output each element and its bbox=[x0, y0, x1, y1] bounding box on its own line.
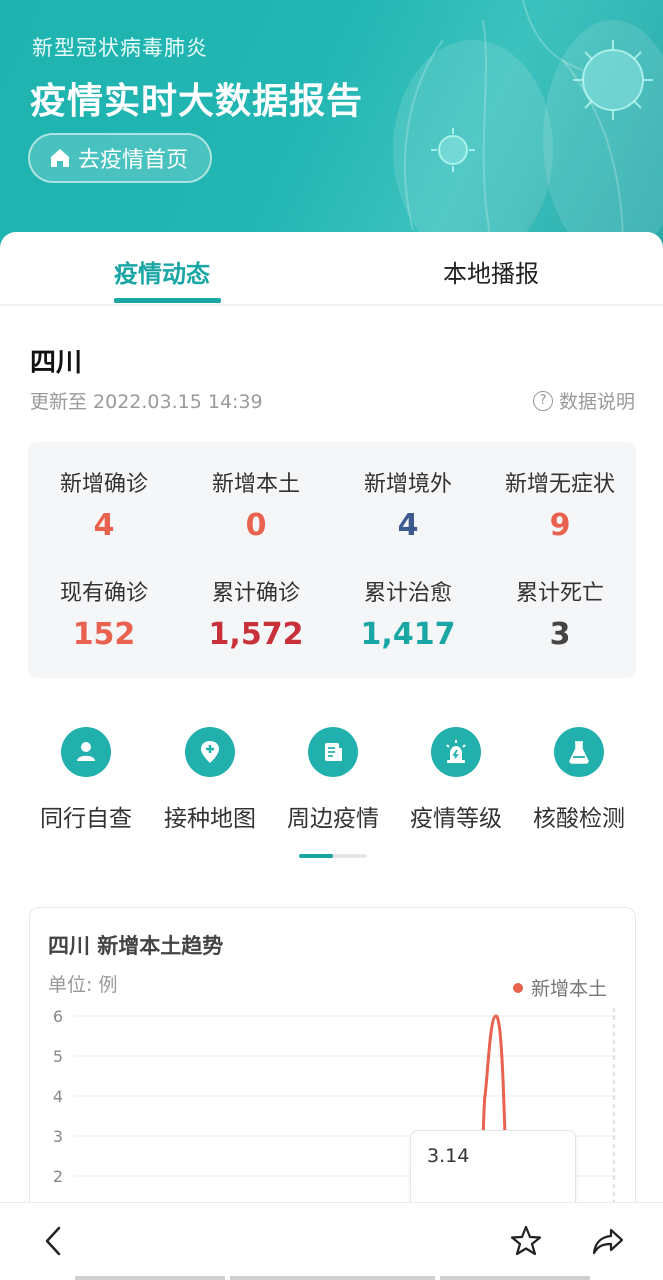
share-button[interactable] bbox=[588, 1221, 628, 1261]
bottom-toolbar bbox=[0, 1202, 663, 1280]
y-tick-label: 4 bbox=[53, 1087, 63, 1106]
stat-label: 累计确诊 bbox=[211, 581, 300, 606]
page-title: 疫情实时大数据报告 bbox=[30, 81, 364, 122]
quick-link-label: 周边疫情 bbox=[287, 806, 379, 832]
chevron-left-icon bbox=[45, 1226, 61, 1256]
tooltip-date: 3.14 bbox=[427, 1145, 470, 1167]
stat-value: 4 bbox=[397, 508, 419, 543]
stats-panel: 新增确诊 4 新增本土 0 新增境外 4 新增无症状 9 现有确诊 152 累计… bbox=[28, 442, 636, 678]
stat-value: 1,417 bbox=[360, 617, 456, 652]
quick-link-risk-level[interactable]: 疫情等级 bbox=[394, 727, 518, 833]
quick-link-label: 疫情等级 bbox=[410, 806, 502, 832]
trend-chart-card: 四川 新增本土趋势 单位: 例 新增本土 6 5 4 3 2 3.14 bbox=[29, 907, 636, 1237]
stat-label: 新增确诊 bbox=[59, 472, 148, 497]
stat-label: 累计死亡 bbox=[515, 581, 604, 606]
stat-value: 4 bbox=[93, 508, 115, 543]
quick-links-pager bbox=[299, 854, 367, 858]
document-icon bbox=[325, 743, 342, 761]
chart-legend[interactable]: 新增本土 bbox=[512, 974, 607, 1001]
data-note-label: 数据说明 bbox=[558, 391, 635, 413]
home-indicator bbox=[0, 1276, 663, 1280]
stat-new-confirmed: 新增确诊 4 bbox=[28, 466, 180, 543]
data-note-link[interactable]: ? 数据说明 bbox=[532, 387, 635, 414]
stat-label: 现有确诊 bbox=[59, 581, 148, 606]
stat-value: 1,572 bbox=[208, 617, 304, 652]
flask-icon bbox=[569, 741, 589, 764]
home-icon bbox=[51, 149, 69, 167]
quick-link-self-check[interactable]: 同行自查 bbox=[24, 727, 148, 833]
alert-light-icon bbox=[446, 740, 466, 763]
y-tick-label: 6 bbox=[53, 1008, 63, 1026]
stat-label: 新增无症状 bbox=[504, 472, 615, 497]
question-circle-icon: ? bbox=[532, 390, 553, 411]
map-pin-plus-icon bbox=[201, 741, 219, 763]
tab-local-report[interactable]: 本地播报 bbox=[443, 254, 539, 289]
stat-label: 累计治愈 bbox=[363, 581, 452, 606]
virus-lung-illustration bbox=[393, 0, 663, 250]
stat-new-imported: 新增境外 4 bbox=[332, 466, 484, 543]
main-content: 疫情动态 本地播报 四川 更新至 2022.03.15 14:39 ? 数据说明… bbox=[0, 232, 663, 1237]
go-home-button[interactable]: 去疫情首页 bbox=[28, 133, 213, 183]
stat-value: 3 bbox=[549, 617, 571, 652]
stat-value: 0 bbox=[245, 508, 267, 543]
legend-label: 新增本土 bbox=[530, 978, 607, 1000]
active-tab-indicator bbox=[114, 298, 221, 303]
back-button[interactable] bbox=[34, 1221, 74, 1261]
quick-link-label: 核酸检测 bbox=[533, 806, 625, 832]
chart-title: 四川 新增本土趋势 bbox=[48, 934, 224, 958]
quick-link-label: 接种地图 bbox=[164, 806, 256, 832]
stat-value: 152 bbox=[72, 617, 136, 652]
tab-epidemic-dynamics[interactable]: 疫情动态 bbox=[114, 254, 210, 289]
quick-links: 同行自查 接种地图 周边疫情 疫情等级 核酸检测 bbox=[0, 727, 663, 832]
go-home-label: 去疫情首页 bbox=[78, 148, 189, 173]
chart-unit: 单位: 例 bbox=[48, 974, 118, 996]
person-icon bbox=[77, 742, 95, 761]
share-arrow-icon bbox=[592, 1228, 624, 1255]
legend-dot bbox=[512, 982, 523, 993]
y-tick-label: 5 bbox=[53, 1047, 63, 1066]
favorite-button[interactable] bbox=[506, 1221, 546, 1261]
pager-active bbox=[299, 854, 333, 858]
region-name: 四川 bbox=[30, 348, 83, 378]
stat-total-confirmed: 累计确诊 1,572 bbox=[180, 575, 332, 652]
quick-link-label: 同行自查 bbox=[40, 806, 132, 832]
stat-total-cured: 累计治愈 1,417 bbox=[332, 575, 484, 652]
stat-total-deaths: 累计死亡 3 bbox=[484, 575, 636, 652]
stat-new-local: 新增本土 0 bbox=[180, 466, 332, 543]
header-banner: 新型冠状病毒肺炎 疫情实时大数据报告 去疫情首页 bbox=[0, 0, 663, 250]
tab-bar: 疫情动态 本地播报 bbox=[0, 232, 663, 306]
stat-current-confirmed: 现有确诊 152 bbox=[28, 575, 180, 652]
y-tick-label: 3 bbox=[53, 1127, 63, 1146]
y-tick-label: 2 bbox=[53, 1167, 63, 1186]
stat-label: 新增境外 bbox=[363, 472, 452, 497]
stat-value: 9 bbox=[549, 508, 571, 543]
stat-label: 新增本土 bbox=[211, 472, 300, 497]
banner-subtitle: 新型冠状病毒肺炎 bbox=[32, 36, 208, 60]
quick-link-nearby[interactable]: 周边疫情 bbox=[271, 727, 395, 833]
quick-link-vaccine-map[interactable]: 接种地图 bbox=[148, 727, 272, 833]
quick-link-nucleic-test[interactable]: 核酸检测 bbox=[517, 727, 641, 833]
star-icon bbox=[510, 1225, 542, 1256]
chart-tooltip: 3.14 bbox=[410, 1130, 576, 1210]
update-time: 更新至 2022.03.15 14:39 bbox=[30, 391, 263, 413]
stat-new-asymptomatic: 新增无症状 9 bbox=[484, 466, 636, 543]
